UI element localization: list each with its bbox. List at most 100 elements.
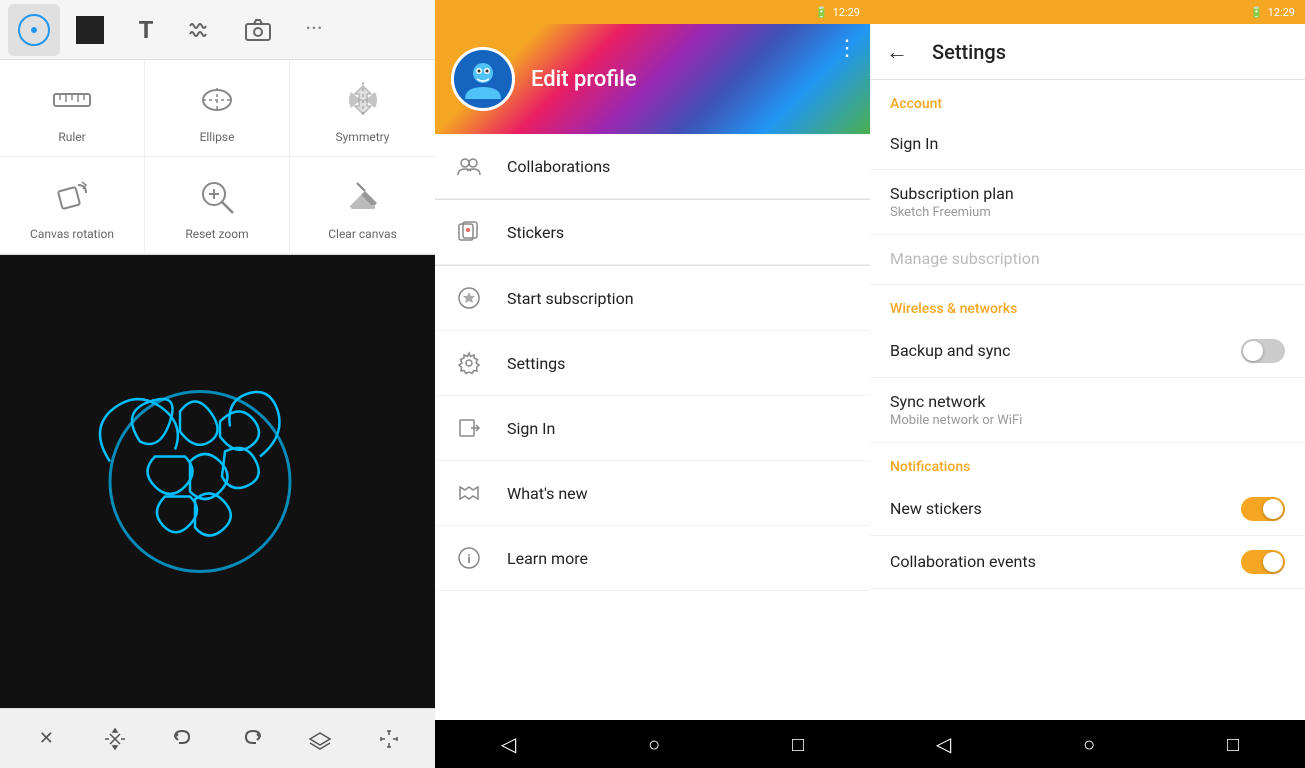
drawing-toolbar: T ···: [0, 0, 435, 60]
brush-tool-btn[interactable]: [8, 4, 60, 56]
backup-sync-setting[interactable]: Backup and sync: [870, 325, 1305, 378]
reset-zoom-label: Reset zoom: [185, 227, 248, 241]
sync-network-setting[interactable]: Sync network Mobile network or WiFi: [870, 378, 1305, 443]
menu-item-start-subscription[interactable]: Start subscription: [435, 266, 870, 331]
canvas-rotation-label: Canvas rotation: [30, 227, 114, 241]
color-btn[interactable]: [64, 4, 116, 56]
ellipse-icon: [193, 76, 241, 124]
drawing-bottom-bar: ✕: [0, 708, 435, 768]
move-btn[interactable]: [93, 717, 137, 761]
new-stickers-title: New stickers: [890, 499, 982, 518]
start-subscription-label: Start subscription: [507, 289, 634, 308]
menu-item-sign-in[interactable]: Sign In: [435, 396, 870, 461]
tools-grid: Ruler Ellipse: [0, 60, 435, 255]
more-options-btn[interactable]: ⋮: [836, 36, 858, 61]
symmetry-icon: [339, 76, 387, 124]
settings-status-bar: 🔋 12:29: [870, 0, 1305, 24]
settings-label: Settings: [507, 354, 565, 373]
redo-btn[interactable]: [230, 717, 274, 761]
clear-canvas-label: Clear canvas: [328, 227, 397, 241]
wireless-section-label: Wireless & networks: [870, 285, 1305, 325]
menu-item-learn-more[interactable]: i Learn more: [435, 526, 870, 591]
collaborations-label: Collaborations: [507, 157, 610, 176]
reset-zoom-tool[interactable]: Reset zoom: [145, 157, 290, 254]
profile-header[interactable]: Edit profile ⋮: [435, 24, 870, 134]
settings-title: Settings: [932, 40, 1006, 64]
account-section-label: Account: [870, 80, 1305, 120]
manage-subscription-title: Manage subscription: [890, 249, 1285, 268]
stickers-icon: [455, 218, 483, 246]
close-btn[interactable]: ✕: [24, 717, 68, 761]
symmetry-label: Symmetry: [336, 130, 390, 144]
menu-list: Collaborations Stickers S: [435, 134, 870, 591]
sync-network-title: Sync network: [890, 392, 1285, 411]
wireless-section: Wireless & networks Backup and sync Sync…: [870, 285, 1305, 443]
ruler-tool[interactable]: Ruler: [0, 60, 145, 157]
subscription-plan-subtitle: Sketch Freemium: [890, 205, 1285, 220]
menu-item-whats-new[interactable]: What's new: [435, 461, 870, 526]
learn-more-icon: i: [455, 544, 483, 572]
profile-title[interactable]: Edit profile: [531, 67, 637, 92]
notifications-section-label: Notifications: [870, 443, 1305, 483]
learn-more-label: Learn more: [507, 549, 588, 568]
new-stickers-setting[interactable]: New stickers: [870, 483, 1305, 536]
undo-btn[interactable]: [161, 717, 205, 761]
bottom-nav-bar: ◁ ○ □: [435, 720, 870, 768]
stickers-label: Stickers: [507, 223, 564, 242]
sign-in-icon: [455, 414, 483, 442]
account-section: Account Sign In Subscription plan Sketch…: [870, 80, 1305, 285]
reset-zoom-icon: [193, 173, 241, 221]
backup-sync-title: Backup and sync: [890, 341, 1011, 360]
ellipse-label: Ellipse: [200, 130, 235, 144]
svg-text:i: i: [467, 552, 470, 566]
home-nav-btn[interactable]: ○: [632, 724, 676, 765]
sign-in-label: Sign In: [507, 419, 555, 438]
more-tools-btn[interactable]: ···: [288, 4, 340, 56]
settings-battery-icon: 🔋: [1250, 6, 1264, 19]
back-nav-btn[interactable]: ◁: [485, 724, 532, 764]
settings-status-icons: 🔋 12:29: [1250, 6, 1295, 19]
layers-btn[interactable]: [298, 717, 342, 761]
whats-new-label: What's new: [507, 484, 588, 503]
canvas-rotation-tool[interactable]: Canvas rotation: [0, 157, 145, 254]
clear-canvas-tool[interactable]: Clear canvas: [290, 157, 435, 254]
ellipse-tool[interactable]: Ellipse: [145, 60, 290, 157]
sign-in-setting-title: Sign In: [890, 134, 1285, 153]
collaboration-events-toggle[interactable]: [1241, 550, 1285, 574]
effects-btn[interactable]: [176, 4, 228, 56]
collaborations-icon: [455, 152, 483, 180]
text-tool-btn[interactable]: T: [120, 4, 172, 56]
settings-back-btn[interactable]: ←: [878, 31, 916, 73]
whats-new-icon: [455, 479, 483, 507]
clear-canvas-icon: [339, 173, 387, 221]
menu-item-collaborations[interactable]: Collaborations: [435, 134, 870, 199]
time-display: 12:29: [833, 6, 860, 19]
symmetry-tool[interactable]: Symmetry: [290, 60, 435, 157]
subscription-plan-setting[interactable]: Subscription plan Sketch Freemium: [870, 170, 1305, 235]
sync-network-subtitle: Mobile network or WiFi: [890, 413, 1285, 428]
status-icons: 🔋 12:29: [815, 6, 860, 19]
menu-item-stickers[interactable]: Stickers: [435, 200, 870, 265]
resize-btn[interactable]: [367, 717, 411, 761]
profile-avatar[interactable]: [451, 47, 515, 111]
settings-bottom-nav-bar: ◁ ○ □: [870, 720, 1305, 768]
status-bar: 🔋 12:29: [435, 0, 870, 24]
settings-back-nav-btn[interactable]: ◁: [920, 724, 967, 764]
canvas-area[interactable]: [0, 255, 435, 708]
new-stickers-toggle[interactable]: [1241, 497, 1285, 521]
backup-sync-toggle[interactable]: [1241, 339, 1285, 363]
recent-nav-btn[interactable]: □: [776, 724, 820, 765]
canvas-rotation-icon: [48, 173, 96, 221]
settings-home-nav-btn[interactable]: ○: [1067, 724, 1111, 765]
settings-header: ← Settings: [870, 24, 1305, 80]
settings-recent-nav-btn[interactable]: □: [1211, 724, 1255, 765]
ruler-icon: [48, 76, 96, 124]
manage-subscription-setting[interactable]: Manage subscription: [870, 235, 1305, 285]
settings-panel: 🔋 12:29 ← Settings Account Sign In Subsc…: [870, 0, 1305, 768]
settings-time-display: 12:29: [1268, 6, 1295, 19]
menu-item-settings[interactable]: Settings: [435, 331, 870, 396]
subscription-plan-title: Subscription plan: [890, 184, 1285, 203]
sign-in-setting[interactable]: Sign In: [870, 120, 1305, 170]
camera-btn[interactable]: [232, 4, 284, 56]
collaboration-events-setting[interactable]: Collaboration events: [870, 536, 1305, 589]
